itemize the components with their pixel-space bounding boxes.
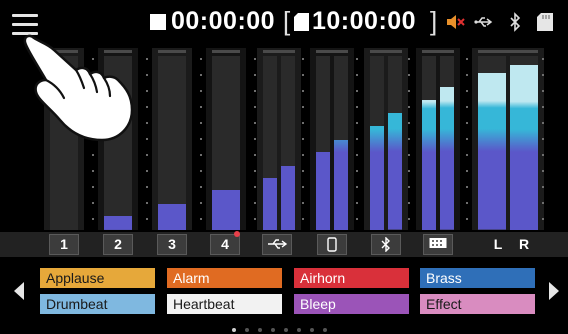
meter-peak-hold [212,50,240,53]
level-meter-fill [104,216,132,230]
channel-tag-usb-icon[interactable] [262,234,292,255]
pad-page-next-button[interactable] [549,282,559,300]
channel-label-master-left: L [493,236,503,252]
level-meter [422,56,436,230]
level-meter-fill [422,99,436,230]
channel-tag-3[interactable]: 3 [157,234,187,255]
level-meter-fill [316,151,330,230]
level-meter [440,56,454,230]
meter-scale [302,48,304,230]
device-screen: 1 2 3 4 LR 00:00:00 [ 10:00:00 ] Applause Ala… [0,0,568,334]
page-dot [284,328,288,332]
bluetooth-icon [510,12,521,32]
channel-tag-4[interactable]: 4 [210,234,240,255]
sound-pad-heartbeat[interactable]: Heartbeat [167,294,282,314]
level-meter [281,56,295,230]
sound-pad-bleep[interactable]: Bleep [294,294,409,314]
page-dot [310,328,314,332]
level-meter [334,56,348,230]
pad-page-prev-button[interactable] [14,282,24,300]
channel-tag-keypad-icon[interactable] [423,234,453,255]
channel-tag-phone-icon[interactable] [317,234,347,255]
meter-peak-hold [263,50,295,53]
level-meter-fill [370,125,384,230]
stop-icon[interactable] [150,14,166,30]
sd-card-icon [537,13,553,31]
level-meter [263,56,277,230]
meter-scale [200,48,202,230]
sound-pad-applause[interactable]: Applause [40,268,155,288]
meter-scale [254,48,256,230]
touch-hand-illustration [23,34,134,142]
level-meter-fill [334,139,348,230]
menu-icon-line [12,14,38,17]
remaining-time: 10:00:00 [312,7,417,35]
level-meter [478,56,506,230]
level-meter-fill [281,165,295,230]
level-meter-fill [158,203,186,230]
level-meter [388,56,402,230]
meter-peak-hold [370,50,402,53]
record-time: 00:00:00 [171,7,276,35]
meter-peak-hold [478,50,538,53]
speaker-muted-icon[interactable] [446,12,466,32]
channel-tag-bluetooth-icon[interactable] [371,234,401,255]
meter-peak-hold [422,50,454,53]
page-dot [323,328,327,332]
usb-icon [474,17,493,27]
meter-scale [466,48,468,230]
sound-pad-brass[interactable]: Brass [420,268,535,288]
level-meter [316,56,330,230]
meter-scale [542,48,544,230]
bracket-open: [ [283,6,291,36]
sound-pad-alarm[interactable]: Alarm [167,268,282,288]
meter-scale [408,48,410,230]
meter-scale [146,48,148,230]
level-meter [510,56,538,230]
meter-peak-hold [316,50,348,53]
level-meter-fill [388,113,402,230]
bracket-close: ] [430,6,438,36]
channel-label-master-right: R [518,236,530,252]
level-meter-fill [263,177,277,230]
sound-pad-drumbeat[interactable]: Drumbeat [40,294,155,314]
recording-indicator-dot [234,231,240,237]
level-meter [158,56,186,230]
sound-pad-effect[interactable]: Effect [420,294,535,314]
channel-tag-2[interactable]: 2 [103,234,133,255]
page-dot [245,328,249,332]
level-meter-fill [510,64,538,230]
channel-tag-1[interactable]: 1 [49,234,79,255]
menu-icon-line [12,23,38,26]
channel-label-bar: 1 2 3 4 LR [0,231,568,257]
level-meter-fill [212,189,240,230]
sound-pad-airhorn[interactable]: Airhorn [294,268,409,288]
page-dot [258,328,262,332]
page-dot [297,328,301,332]
level-meter-fill [440,87,454,230]
sound-pad-area: Applause Alarm Airhorn Brass Drumbeat Heartbe… [0,262,568,334]
level-meter [212,56,240,230]
sd-card-icon [294,13,309,31]
level-meter [370,56,384,230]
meter-scale [356,48,358,230]
meter-peak-hold [158,50,186,53]
page-dot [232,328,236,332]
page-dot [271,328,275,332]
level-meter-fill [478,73,506,230]
